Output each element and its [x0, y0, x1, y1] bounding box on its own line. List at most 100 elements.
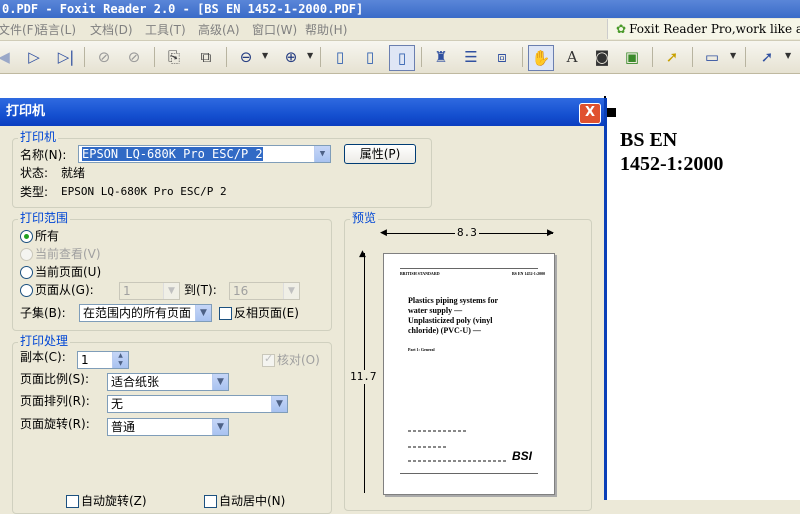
fit-page-icon[interactable]: ▯	[358, 45, 382, 69]
annotation-dropdown-icon[interactable]: ▼	[730, 51, 736, 60]
text-select-icon[interactable]: A	[560, 45, 584, 69]
thumbnail-icon[interactable]: ⧈	[490, 45, 514, 69]
dialog-title: 打印机	[0, 98, 604, 126]
page-arrange-select[interactable]: 无 ▼	[107, 395, 288, 413]
range-from-select[interactable]: 1 ▼	[119, 282, 180, 300]
printer-type-value: EPSON LQ-680K Pro ESC/P 2	[61, 185, 227, 198]
back-icon[interactable]: ⊘	[92, 45, 116, 69]
arrow-up-icon: ▲	[359, 249, 366, 259]
page-arrange-value: 无	[111, 397, 124, 411]
range-current-view-label[interactable]: 当前查看(V)	[35, 247, 101, 261]
properties-button[interactable]: 属性(P)	[344, 144, 416, 164]
range-all-label[interactable]: 所有	[35, 229, 59, 243]
print-dialog: 打印机 X 打印机 名称(N): EPSON LQ-680K Pro ESC/P…	[0, 98, 607, 514]
snapshot-icon[interactable]: ◙	[590, 45, 614, 69]
range-all-radio[interactable]	[20, 230, 33, 243]
link-tool-icon[interactable]: ➚	[755, 45, 779, 69]
printer-status-value: 就绪	[61, 166, 86, 180]
zoom-in-icon[interactable]: ⊕	[279, 45, 303, 69]
range-current-page-radio[interactable]	[20, 266, 33, 279]
bookmarks-icon[interactable]: ☰	[459, 45, 483, 69]
rotate-page-icon[interactable]: ⧉	[194, 45, 218, 69]
menu-help[interactable]: 帮助(H)	[305, 21, 347, 38]
menu-language[interactable]: 语言(L)	[36, 21, 76, 38]
range-to-label: 到(T):	[184, 283, 217, 297]
preview-page-title: Plastics piping systems for water supply…	[408, 296, 498, 335]
menu-tools[interactable]: 工具(T)	[145, 21, 186, 38]
chevron-down-icon: ▼	[212, 419, 228, 435]
range-pages-label[interactable]: 页面从(G):	[35, 283, 94, 297]
auto-rotate-checkbox[interactable]	[66, 495, 79, 508]
printer-status-label: 状态:	[20, 166, 49, 180]
page-rotate-select[interactable]: 普通 ▼	[107, 418, 229, 436]
copies-value: 1	[81, 353, 89, 367]
extract-page-icon[interactable]: ⎘	[162, 45, 186, 69]
chevron-down-icon: ▼	[283, 283, 299, 299]
next-page-icon[interactable]: ▷	[22, 45, 46, 69]
preview-footer-rule	[400, 473, 538, 474]
fit-width-icon[interactable]: ▯	[389, 45, 415, 71]
find-icon[interactable]: ♜	[429, 45, 453, 69]
hand-tool-icon[interactable]: ✋	[528, 45, 554, 71]
last-page-icon[interactable]: ▷|	[54, 45, 78, 69]
zoom-in-dropdown-icon[interactable]: ▼	[307, 51, 313, 60]
forward-icon[interactable]: ⊘	[122, 45, 146, 69]
print-handling-group-label: 打印处理	[18, 334, 71, 348]
page-arrange-label: 页面排列(R):	[20, 394, 90, 408]
document-page[interactable]: BS EN 1452-1:2000	[604, 96, 800, 500]
preview-header-rule	[400, 268, 538, 269]
copies-spinner[interactable]: 1 ▲ ▼	[77, 351, 129, 369]
auto-center-checkbox[interactable]	[204, 495, 217, 508]
prev-page-icon[interactable]: ◀	[0, 45, 16, 69]
menu-window[interactable]: 窗口(W)	[252, 21, 297, 38]
range-to-select[interactable]: 16 ▼	[229, 282, 300, 300]
preview-header-left: BRITISH STANDARD	[400, 271, 440, 276]
range-from-value: 1	[123, 284, 131, 298]
close-button[interactable]: X	[579, 103, 601, 124]
printer-name-label: 名称(N):	[20, 148, 67, 162]
chevron-down-icon: ▼	[271, 396, 287, 412]
zoom-out-icon[interactable]: ⊖	[234, 45, 258, 69]
print-range-group-label: 打印范围	[18, 211, 71, 225]
menu-file[interactable]: 文件(F)	[0, 21, 38, 38]
collate-label[interactable]: 核对(O)	[277, 353, 320, 367]
promo-banner[interactable]: ✿Foxit Reader Pro,work like a pro!	[607, 19, 800, 39]
doc-title-line1: BS EN	[620, 129, 678, 151]
menu-advanced[interactable]: 高级(A)	[198, 21, 240, 38]
annotation-icon[interactable]: ▭	[700, 45, 724, 69]
preview-header-right: BS EN 1452-1:2000	[512, 271, 546, 276]
printer-group-label: 打印机	[18, 130, 59, 144]
select-arrow-icon[interactable]: ➚	[660, 45, 684, 69]
actual-size-icon[interactable]: ▯	[328, 45, 352, 69]
link-dropdown-icon[interactable]: ▼	[785, 51, 791, 60]
promo-text: Foxit Reader Pro,work like a pro!	[629, 22, 800, 36]
printer-name-value: EPSON LQ-680K Pro ESC/P 2	[82, 147, 263, 161]
toolbar: ◀ ▷ ▷| ⊘ ⊘ ⎘ ⧉ ⊖ ▼ ⊕ ▼ ▯ ▯ ▯ ♜ ☰ ⧈ ✋ A ◙…	[0, 41, 800, 74]
leaf-icon: ✿	[616, 22, 627, 36]
page-rotate-label: 页面旋转(R):	[20, 417, 90, 431]
preview-height: 11.7	[350, 370, 377, 384]
printer-name-select[interactable]: EPSON LQ-680K Pro ESC/P 2 ▼	[78, 145, 331, 163]
image-icon[interactable]: ▣	[620, 45, 644, 69]
reverse-pages-label[interactable]: 反相页面(E)	[234, 306, 299, 320]
subset-select[interactable]: 在范围内的所有页面 ▼	[79, 304, 212, 322]
page-rotate-value: 普通	[111, 420, 136, 434]
reverse-pages-checkbox[interactable]	[219, 307, 232, 320]
chevron-down-icon: ▼	[212, 374, 228, 390]
printer-type-label: 类型:	[20, 185, 49, 199]
window-title-bar: 0.PDF - Foxit Reader 2.0 - [BS EN 1452-1…	[0, 0, 800, 18]
auto-center-label[interactable]: 自动居中(N)	[219, 494, 285, 508]
preview-group-label: 预览	[350, 211, 379, 225]
auto-rotate-label[interactable]: 自动旋转(Z)	[81, 494, 147, 508]
page-scale-select[interactable]: 适合纸张 ▼	[107, 373, 229, 391]
chevron-down-icon: ▼	[314, 146, 330, 162]
zoom-out-dropdown-icon[interactable]: ▼	[262, 51, 268, 60]
menu-bar: 文件(F) 语言(L) 文档(D) 工具(T) 高级(A) 窗口(W) 帮助(H…	[0, 18, 800, 41]
range-current-page-label[interactable]: 当前页面(U)	[35, 265, 101, 279]
page-marker	[606, 108, 616, 117]
range-current-view-radio[interactable]	[20, 248, 33, 261]
collate-checkbox[interactable]	[262, 352, 275, 367]
range-pages-radio[interactable]	[20, 284, 33, 297]
menu-document[interactable]: 文档(D)	[90, 21, 133, 38]
spinner-arrows-icon[interactable]: ▲ ▼	[112, 352, 128, 368]
